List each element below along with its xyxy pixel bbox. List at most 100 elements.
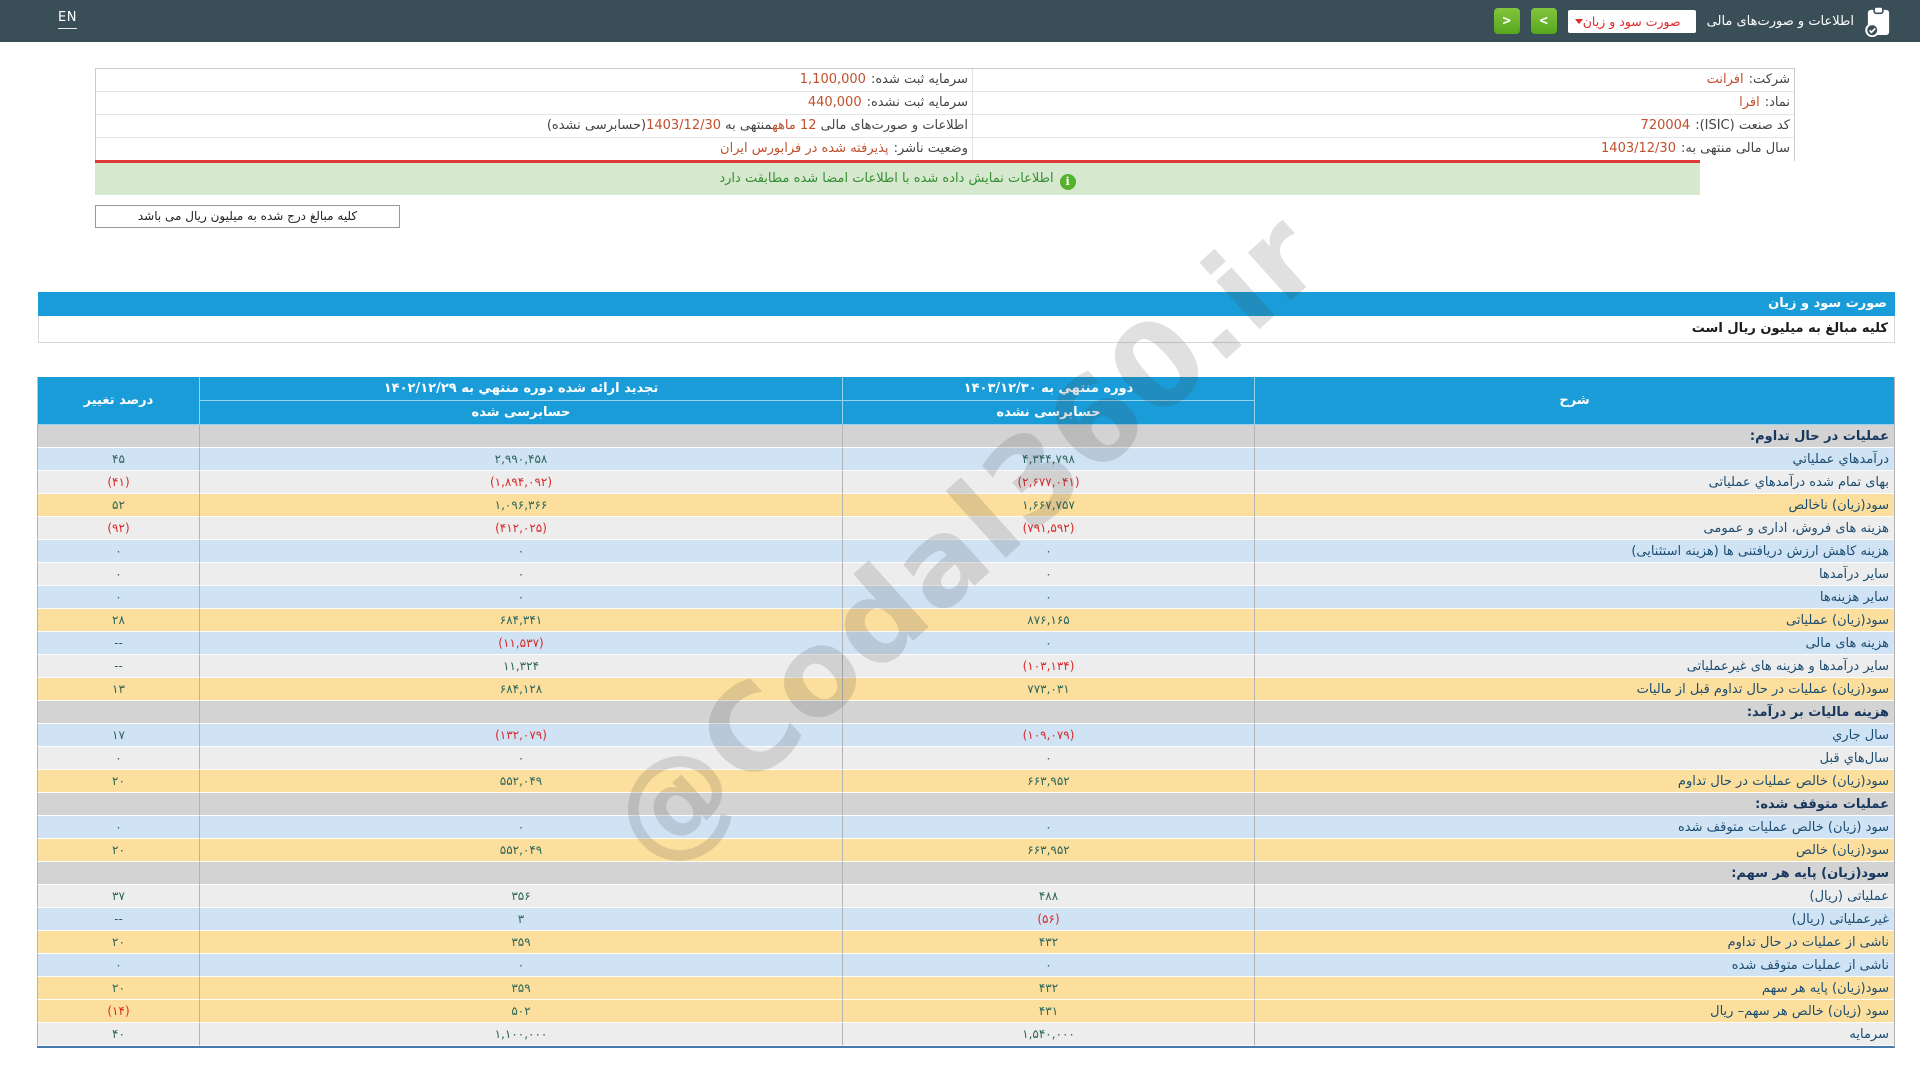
clipboard-check-icon — [1865, 6, 1892, 37]
statement-row: سرمایه۱,۵۴۰,۰۰۰۱,۱۰۰,۰۰۰۴۰ — [37, 1023, 1894, 1046]
statement-row: هزینه کاهش ارزش دریافتنی ها (هزینه استثن… — [37, 540, 1894, 563]
row-value-cell: ۷۷۳,۰۳۱ — [842, 678, 1254, 701]
row-value-cell: ۰ — [842, 632, 1254, 655]
row-value-cell: ۰ — [37, 540, 199, 563]
row-value-cell: (۱۰۹,۰۷۹) — [842, 724, 1254, 747]
row-value-cell: ۰ — [37, 586, 199, 609]
row-label-cell: عملیات در حال تداوم: — [1254, 425, 1894, 448]
row-value-cell — [37, 701, 199, 724]
row-label-cell: غیرعملیاتی (ریال) — [1254, 908, 1894, 931]
row-value-cell: ۳۵۹ — [199, 977, 842, 1000]
row-value-cell: -- — [37, 908, 199, 931]
statement-row: درآمدهاي عملیاتي۴,۳۴۴,۷۹۸۲,۹۹۰,۴۵۸۴۵ — [37, 448, 1894, 471]
navbar-controls: اطلاعات و صورت‌های مالی صورت سود و زیان … — [1494, 0, 1892, 42]
info-label: منتهی به — [721, 118, 772, 133]
row-value-cell: ۱,۱۰۰,۰۰۰ — [199, 1023, 842, 1046]
row-value-cell: (۱۰۳,۱۳۴) — [842, 655, 1254, 678]
row-value-cell: (۲,۶۷۷,۰۴۱) — [842, 471, 1254, 494]
row-value-cell: ۰ — [199, 586, 842, 609]
row-label-cell: سود(زیان) ناخالص — [1254, 494, 1894, 517]
row-label-cell: سایر درآمدها و هزینه های غیرعملیاتی — [1254, 655, 1894, 678]
top-navbar: EN اطلاعات و صورت‌های مالی صورت سود و زی… — [0, 0, 1920, 42]
row-value-cell: ۰ — [842, 816, 1254, 839]
prev-statement-button[interactable]: < — [1494, 8, 1520, 34]
row-value-cell: ۴۰ — [37, 1023, 199, 1046]
statement-row: سایر هزینه‌ها۰۰۰ — [37, 586, 1894, 609]
info-label: (حسابرسی نشده) — [547, 118, 646, 133]
row-value-cell: ۰ — [37, 954, 199, 977]
info-label: سرمایه ثبت نشده: — [867, 95, 968, 110]
statement-section-row: سود(زیان) پایه هر سهم: — [37, 862, 1894, 885]
row-value-cell — [842, 425, 1254, 448]
statement-section-row: عملیات متوقف شده: — [37, 793, 1894, 816]
statement-section-row: هزینه مالیات بر درآمد: — [37, 701, 1894, 724]
row-value-cell — [37, 425, 199, 448]
income-statement-table: شرح دوره منتهي به ۱۴۰۳/۱۲/۳۰ تجدید ارائه… — [37, 377, 1895, 1048]
statement-row: سایر درآمدها۰۰۰ — [37, 563, 1894, 586]
col-header-description: شرح — [1254, 377, 1894, 425]
statement-row: بهای تمام شده درآمدهاي عملیاتی(۲,۶۷۷,۰۴۱… — [37, 471, 1894, 494]
table-header-row-1: شرح دوره منتهي به ۱۴۰۳/۱۲/۳۰ تجدید ارائه… — [37, 377, 1894, 401]
statement-row: سود(زیان) ناخالص۱,۶۶۷,۷۵۷۱,۰۹۶,۳۶۶۵۲ — [37, 494, 1894, 517]
row-value-cell: (۹۲) — [37, 517, 199, 540]
row-value-cell: ۰ — [199, 563, 842, 586]
row-value-cell: ۴۵ — [37, 448, 199, 471]
statement-row: سود(زیان) خالص عملیات در حال تداوم۶۶۳,۹۵… — [37, 770, 1894, 793]
row-value-cell: ۱,۵۴۰,۰۰۰ — [842, 1023, 1254, 1046]
language-toggle-en[interactable]: EN — [58, 10, 77, 29]
row-label-cell: عملیات متوقف شده: — [1254, 793, 1894, 816]
row-value-cell — [842, 701, 1254, 724]
info-value: 12 ماهه — [772, 118, 816, 133]
row-value-cell: ۴۳۲ — [842, 977, 1254, 1000]
info-value: 1403/12/30 — [646, 118, 721, 133]
units-note-box: کلیه مبالغ درج شده به میلیون ریال می باش… — [95, 205, 400, 228]
company-info-row: نماد:افراسرمایه ثبت نشده:440,000 — [96, 92, 1794, 115]
row-value-cell — [842, 862, 1254, 885]
row-value-cell — [37, 793, 199, 816]
company-info-row: کد صنعت (ISIC):720004اطلاعات و صورت‌های … — [96, 115, 1794, 138]
row-value-cell: (۱۳۲,۰۷۹) — [199, 724, 842, 747]
row-value-cell: ۳ — [199, 908, 842, 931]
statement-row: ناشی از عملیات در حال تداوم۴۳۲۳۵۹۲۰ — [37, 931, 1894, 954]
row-label-cell: بهای تمام شده درآمدهاي عملیاتی — [1254, 471, 1894, 494]
row-value-cell: (۴۱۲,۰۲۵) — [199, 517, 842, 540]
info-value: افرانت — [1707, 72, 1744, 87]
statement-table-container: شرح دوره منتهي به ۱۴۰۳/۱۲/۳۰ تجدید ارائه… — [38, 377, 1895, 1048]
row-value-cell: ۰ — [842, 954, 1254, 977]
statement-table-body: عملیات در حال تداوم:درآمدهاي عملیاتي۴,۳۴… — [37, 425, 1894, 1046]
row-value-cell: ۲۸ — [37, 609, 199, 632]
next-statement-button[interactable]: > — [1531, 8, 1557, 34]
row-value-cell: ۰ — [842, 563, 1254, 586]
row-value-cell: ۵۰۲ — [199, 1000, 842, 1023]
statement-row: سود (زیان) خالص هر سهم– ریال۴۳۱۵۰۲(۱۴) — [37, 1000, 1894, 1023]
info-icon: i — [1060, 174, 1076, 190]
statement-section-row: عملیات در حال تداوم: — [37, 425, 1894, 448]
info-cell: نماد:افرا — [972, 92, 1794, 114]
row-value-cell: -- — [37, 632, 199, 655]
row-value-cell: ۲۰ — [37, 839, 199, 862]
row-label-cell: سود (زیان) خالص هر سهم– ریال — [1254, 1000, 1894, 1023]
row-value-cell — [37, 862, 199, 885]
statement-row: سود(زیان) خالص۶۶۳,۹۵۲۵۵۲,۰۴۹۲۰ — [37, 839, 1894, 862]
info-value: پذیرفته شده در فرابورس ایران — [720, 141, 889, 156]
info-cell: اطلاعات و صورت‌های مالی 12 ماههمنتهی به … — [96, 115, 972, 137]
row-value-cell: ۳۷ — [37, 885, 199, 908]
statement-type-dropdown[interactable]: صورت سود و زیان — [1568, 10, 1696, 33]
statement-row: سود(زیان) پایه هر سهم۴۳۲۳۵۹۲۰ — [37, 977, 1894, 1000]
row-value-cell: ۲۰ — [37, 770, 199, 793]
company-info-table: شرکت:افرانتسرمایه ثبت شده:1,100,000نماد:… — [95, 68, 1795, 161]
row-value-cell: (۱,۸۹۴,۰۹۲) — [199, 471, 842, 494]
statement-row: هزینه های مالی۰(۱۱,۵۳۷)-- — [37, 632, 1894, 655]
row-label-cell: سود (زیان) خالص عملیات متوقف شده — [1254, 816, 1894, 839]
info-label: وضعیت ناشر: — [894, 141, 968, 156]
row-value-cell — [199, 701, 842, 724]
codal-statement-page: EN اطلاعات و صورت‌های مالی صورت سود و زی… — [0, 0, 1920, 1080]
row-value-cell — [199, 793, 842, 816]
info-cell: وضعیت ناشر: پذیرفته شده در فرابورس ایران — [96, 138, 972, 161]
row-label-cell: سود(زیان) خالص — [1254, 839, 1894, 862]
row-label-cell: هزینه کاهش ارزش دریافتنی ها (هزینه استثن… — [1254, 540, 1894, 563]
col-subheader-current-audit: حسابرسی نشده — [842, 401, 1254, 425]
statement-row: سال جاري(۱۰۹,۰۷۹)(۱۳۲,۰۷۹)۱۷ — [37, 724, 1894, 747]
col-header-current-period: دوره منتهي به ۱۴۰۳/۱۲/۳۰ — [842, 377, 1254, 401]
statement-type-dropdown-value: صورت سود و زیان — [1568, 10, 1696, 33]
